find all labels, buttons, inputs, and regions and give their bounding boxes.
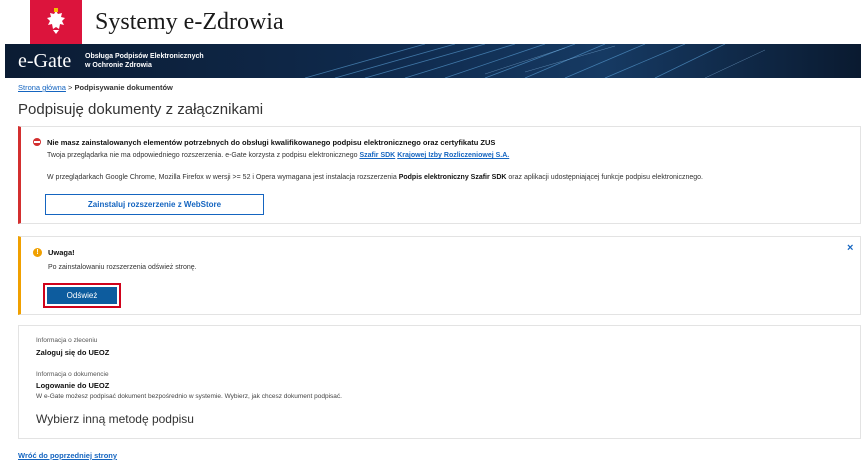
error-description: Twoja przeglądarka nie ma odpowiedniego … [47,152,509,159]
breadcrumb-current: Podpisywanie dokumentów [74,83,173,92]
polish-emblem-flag [30,0,82,44]
error-browser-info: W przeglądarkach Google Chrome, Mozilla … [47,174,703,181]
breadcrumb-separator: > [65,83,75,92]
warning-icon: ! [33,248,42,257]
error-icon [33,138,41,146]
breadcrumb-home-link[interactable]: Strona główna [18,83,66,92]
breadcrumb: Strona główna > Podpisywanie dokumentów [18,83,173,92]
signing-description: W e-Gate możesz podpisać dokument bezpoś… [36,393,342,400]
other-signing-method-heading[interactable]: Wybierz inną metodę podpisu [36,412,194,426]
warning-alert: ! Uwaga! Po zainstalowaniu rozszerzenia … [18,236,861,315]
close-icon[interactable]: × [847,242,853,254]
document-info-label: Informacja o dokumencie [36,371,109,378]
egate-banner: e-Gate Obsługa Podpisów Elektronicznych … [5,44,861,78]
site-title: Systemy e-Zdrowia [95,9,284,35]
browser-info-suffix: oraz aplikacji udostępniającej funkcje p… [506,174,703,181]
refresh-button-highlight: Odśwież [43,283,121,308]
banner-subtitle: Obsługa Podpisów Elektronicznych w Ochro… [85,52,225,70]
document-info-panel: Informacja o zleceniu Zaloguj się do UEO… [18,325,861,439]
refresh-button[interactable]: Odśwież [47,287,117,304]
back-link[interactable]: Wróć do poprzedniej strony [18,451,117,460]
banner-subtitle-line2: w Ochronie Zdrowia [85,62,152,69]
warning-title: Uwaga! [48,248,75,257]
kir-link[interactable]: Krajowej Izby Rozliczeniowej S.A. [397,152,509,159]
error-alert: Nie masz zainstalowanych elementów potrz… [18,126,861,224]
top-header: Systemy e-Zdrowia [0,0,861,44]
szafir-sdk-link[interactable]: Szafir SDK [359,152,395,159]
install-extension-button[interactable]: Zainstaluj rozszerzenie z WebStore [45,194,264,215]
page-title: Podpisuję dokumenty z załącznikami [18,101,264,118]
order-info-label: Informacja o zleceniu [36,337,98,344]
banner-subtitle-line1: Obsługa Podpisów Elektronicznych [85,53,204,60]
extension-name: Podpis elektroniczny Szafir SDK [398,174,507,181]
egate-logo: e-Gate [18,50,72,72]
order-info-value: Zaloguj się do UEOZ [36,348,110,357]
error-description-text: Twoja przeglądarka nie ma odpowiedniego … [47,152,360,159]
document-info-value: Logowanie do UEOZ [36,381,110,390]
white-eagle-icon [47,8,65,34]
browser-info-prefix: W przeglądarkach Google Chrome, Mozilla … [47,174,399,181]
warning-text: Po zainstalowaniu rozszerzenia odśwież s… [48,264,197,271]
error-title: Nie masz zainstalowanych elementów potrz… [47,138,496,147]
